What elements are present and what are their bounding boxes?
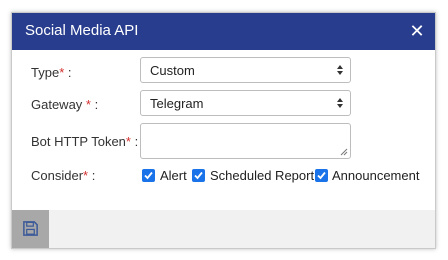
resize-grip-icon[interactable] bbox=[340, 148, 348, 156]
type-label: Type* : bbox=[31, 65, 72, 80]
save-icon bbox=[23, 221, 38, 236]
dialog-title: Social Media API bbox=[25, 22, 139, 39]
checkmark-icon bbox=[194, 171, 203, 180]
scheduled-report-checkbox[interactable] bbox=[192, 169, 205, 182]
bot-token-label: Bot HTTP Token* : bbox=[31, 134, 139, 149]
social-media-api-dialog: Social Media API ✕ Type* : Custom Gatewa… bbox=[11, 12, 436, 249]
announcement-checkbox[interactable] bbox=[315, 169, 328, 182]
bot-token-textarea[interactable] bbox=[140, 123, 351, 159]
scheduled-report-checkbox-label[interactable]: Scheduled Report bbox=[210, 168, 314, 183]
close-icon[interactable]: ✕ bbox=[408, 20, 426, 42]
gateway-label: Gateway * : bbox=[31, 97, 99, 112]
announcement-checkbox-label[interactable]: Announcement bbox=[332, 168, 419, 183]
alert-checkbox-label[interactable]: Alert bbox=[160, 168, 187, 183]
type-select-value: Custom bbox=[150, 63, 195, 78]
checkmark-icon bbox=[317, 171, 326, 180]
type-select[interactable]: Custom bbox=[140, 57, 351, 83]
consider-label: Consider* : bbox=[31, 168, 96, 183]
dialog-header: Social Media API ✕ bbox=[12, 13, 435, 50]
checkmark-icon bbox=[144, 171, 153, 180]
dialog-footer bbox=[12, 210, 435, 248]
save-button[interactable] bbox=[12, 210, 49, 248]
gateway-select[interactable]: Telegram bbox=[140, 90, 351, 116]
gateway-select-value: Telegram bbox=[150, 96, 204, 111]
select-arrows-icon bbox=[337, 98, 343, 108]
select-arrows-icon bbox=[337, 65, 343, 75]
alert-checkbox[interactable] bbox=[142, 169, 155, 182]
